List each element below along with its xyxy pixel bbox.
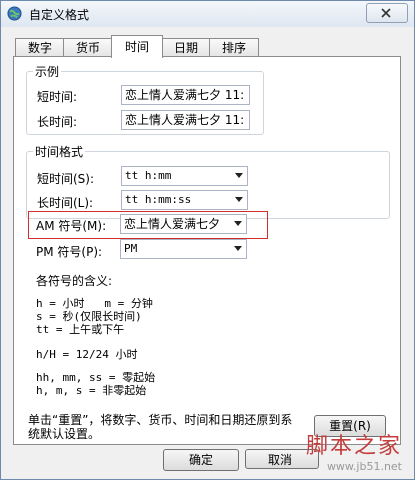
- short-time-example-label: 短时间:: [37, 90, 78, 104]
- pm-symbol-combo[interactable]: PM: [120, 239, 247, 259]
- tab-date[interactable]: 日期: [161, 38, 211, 57]
- time-formats-group-label: 时间格式: [33, 143, 86, 160]
- globe-icon: [7, 6, 22, 21]
- tab-number[interactable]: 数字: [15, 38, 65, 57]
- am-symbol-value: 恋上情人爱满七夕: [124, 217, 221, 231]
- watermark-brand: 脚本之家: [305, 434, 402, 459]
- legend-title: 各符号的含义:: [36, 274, 113, 288]
- examples-group-label: 示例: [33, 63, 62, 80]
- chevron-down-icon: [235, 197, 243, 202]
- ok-button[interactable]: 确定: [163, 449, 239, 471]
- short-time-value: tt h:mm: [125, 169, 172, 182]
- examples-group: 示例 短时间: 恋上情人爱满七夕 11: 长时间: 恋上情人爱满七夕 11:: [26, 63, 264, 135]
- chevron-down-icon: [234, 221, 242, 226]
- short-time-combo[interactable]: tt h:mm: [121, 166, 248, 186]
- long-time-value: tt h:mm:ss: [125, 193, 192, 206]
- reset-description-line2: 统默认设置。: [28, 427, 101, 441]
- custom-format-dialog: 自定义格式 数字 货币 时间 日期 排序 示例 短时间: 恋上情人爱满七夕 11…: [0, 0, 415, 480]
- close-button[interactable]: [366, 3, 408, 23]
- watermark-url: www.jb51.net: [326, 460, 402, 473]
- title-bar: 自定义格式: [1, 1, 414, 27]
- site-watermark: 脚本之家 www.jb51.net: [306, 428, 402, 473]
- time-tab-panel: 示例 短时间: 恋上情人爱满七夕 11: 长时间: 恋上情人爱满七夕 11: 时…: [13, 56, 401, 445]
- short-time-example-field: 恋上情人爱满七夕 11:: [121, 85, 250, 105]
- tab-currency[interactable]: 货币: [63, 38, 113, 57]
- window-title: 自定义格式: [29, 8, 90, 22]
- tab-time[interactable]: 时间: [111, 35, 163, 58]
- tab-sort[interactable]: 排序: [209, 38, 259, 57]
- pm-symbol-value: PM: [124, 242, 138, 255]
- close-icon: [381, 8, 391, 18]
- long-time-label: 长时间(L):: [37, 196, 94, 210]
- pm-symbol-label: PM 符号(P):: [36, 245, 103, 259]
- long-time-example-field: 恋上情人爱满七夕 11:: [121, 110, 250, 130]
- chevron-down-icon: [234, 246, 242, 251]
- am-symbol-combo[interactable]: 恋上情人爱满七夕: [120, 214, 247, 234]
- short-time-label: 短时间(S):: [37, 172, 95, 186]
- long-time-combo[interactable]: tt h:mm:ss: [121, 190, 248, 210]
- long-time-example-label: 长时间:: [37, 115, 78, 129]
- legend-line-ampm: tt = 上午或下午: [36, 323, 125, 336]
- legend-line-no-leading-zero: h, m, s = 非零起始: [36, 384, 147, 397]
- chevron-down-icon: [235, 173, 243, 178]
- legend-line-12-24: h/H = 12/24 小时: [36, 348, 138, 361]
- time-formats-group: 时间格式 短时间(S): tt h:mm 长时间(L): tt h:mm:ss: [26, 143, 390, 219]
- am-symbol-label: AM 符号(M):: [36, 219, 107, 233]
